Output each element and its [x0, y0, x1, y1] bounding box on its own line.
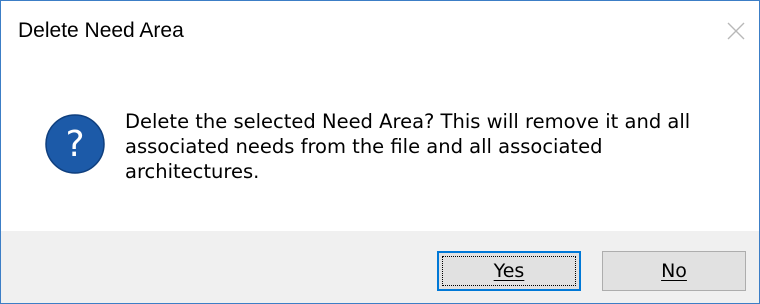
dialog-title: Delete Need Area — [18, 19, 184, 42]
message-line: Delete the selected Need Area? This will… — [125, 110, 691, 133]
dialog-content: ? Delete the selected Need Area? This wi… — [1, 63, 759, 231]
message-line: architectures. — [125, 160, 260, 183]
svg-text:?: ? — [65, 124, 84, 165]
focus-rectangle — [442, 256, 576, 286]
yes-button[interactable]: Yes — [437, 251, 581, 291]
message-line: associated needs from the file and all a… — [125, 135, 603, 158]
dialog-message: Delete the selected Need Area? This will… — [125, 109, 735, 184]
close-button[interactable] — [713, 1, 759, 61]
delete-need-area-dialog: Delete Need Area ? Delete the selected N… — [0, 0, 760, 304]
no-button-label: No — [661, 260, 687, 282]
dialog-footer: Yes No — [1, 231, 759, 303]
close-icon — [727, 22, 745, 40]
title-bar: Delete Need Area — [1, 1, 759, 63]
no-button[interactable]: No — [602, 251, 746, 291]
question-icon: ? — [45, 114, 105, 174]
